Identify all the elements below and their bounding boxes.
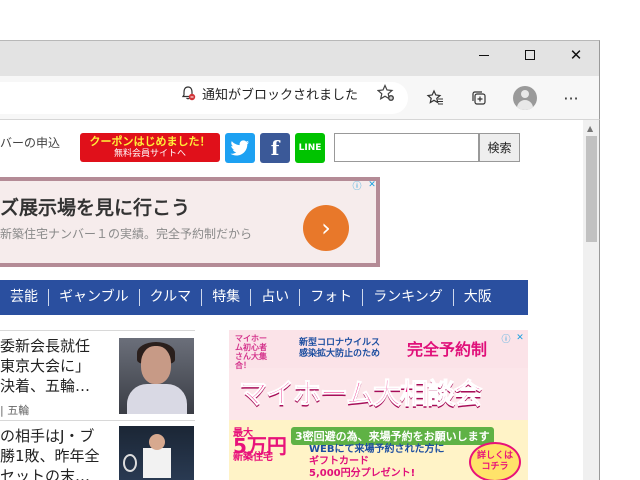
side-ad-notice-line1: 新型コロナウイルス bbox=[299, 338, 381, 348]
adchoices-info-icon[interactable]: ⓘ bbox=[500, 332, 512, 345]
facebook-button[interactable]: f bbox=[260, 133, 290, 163]
twitter-button[interactable] bbox=[225, 133, 255, 163]
notification-blocked-text: 通知がブロックされました bbox=[202, 87, 359, 103]
browser-toolbar: 通知がブロックされました ··· bbox=[0, 76, 600, 120]
facebook-icon: f bbox=[270, 136, 280, 160]
maximize-icon bbox=[525, 50, 535, 60]
ad-banner-subline: 新築住宅ナンバー１の実績。完全予約制だから bbox=[0, 227, 253, 241]
coupon-line1: クーポンはじめました！ bbox=[89, 135, 211, 148]
side-ad-title: マイホーム大相談会 bbox=[238, 377, 482, 411]
news-item-2-line2[interactable]: 勝1敗、昨年全 bbox=[0, 446, 100, 466]
coupon-line2: 無料会員サイトへ bbox=[113, 149, 186, 159]
news-item-1-line1[interactable]: 委新会長就任 bbox=[0, 336, 90, 356]
profile-icon[interactable] bbox=[513, 86, 537, 110]
side-ad-reservation: 完全予約制 bbox=[407, 340, 488, 359]
side-ad-yen-amount: 5万円 bbox=[233, 434, 287, 458]
news-item-2-thumbnail[interactable] bbox=[119, 426, 194, 480]
news-item-2-line1[interactable]: の相手はJ・ブ bbox=[0, 426, 94, 446]
ad-banner[interactable]: ズ展示場を見に行こう 新築住宅ナンバー１の実績。完全予約制だから › ⓘ ✕ bbox=[0, 177, 380, 267]
side-ad-detail-line1: 詳しくは bbox=[476, 451, 513, 461]
news-item-2-line3[interactable]: セットの末… bbox=[0, 466, 90, 480]
nav-item-features[interactable]: 特集 bbox=[202, 289, 252, 306]
web-page: バーの申込 クーポンはじめました！ 無料会員サイトへ f LINE 検索 ズ展示… bbox=[0, 120, 600, 480]
scrollbar-thumb[interactable] bbox=[586, 136, 597, 242]
line-icon: LINE bbox=[298, 143, 322, 153]
chevron-right-icon: › bbox=[321, 214, 331, 242]
news-item-1-line3[interactable]: 決着、五輪… bbox=[0, 376, 90, 396]
side-ad-web-line1: WEBにて来場予約された方に bbox=[309, 444, 445, 455]
side-ad-avoid-3c: 3密回避の為、来場予約をお願いします bbox=[291, 427, 494, 445]
bell-slash-icon bbox=[181, 86, 196, 101]
side-ad-web-offer: WEBにて来場予約された方に ギフトカード 5,000円分プレゼント! bbox=[309, 444, 444, 480]
more-label: ··· bbox=[563, 88, 579, 108]
more-icon[interactable]: ··· bbox=[559, 86, 583, 110]
side-ad-yen-badge: 最大 5万円 新築住宅 bbox=[233, 428, 291, 478]
close-icon: ✕ bbox=[569, 46, 583, 64]
nav-item-osaka[interactable]: 大阪 bbox=[454, 289, 502, 306]
news-divider bbox=[0, 330, 195, 331]
ad-banner-arrow-button[interactable]: › bbox=[303, 205, 349, 251]
search-input[interactable] bbox=[334, 133, 479, 162]
minimize-button[interactable] bbox=[461, 41, 507, 69]
nav-item-gambling[interactable]: ギャンブル bbox=[49, 289, 140, 306]
notification-blocked-indicator[interactable]: 通知がブロックされました bbox=[180, 84, 359, 103]
news-item-1-line2[interactable]: 東京大会に」 bbox=[0, 356, 90, 376]
favorites-icon[interactable] bbox=[423, 86, 447, 110]
line-button[interactable]: LINE bbox=[295, 133, 325, 163]
close-button[interactable]: ✕ bbox=[553, 41, 599, 69]
news-item-1-thumbnail[interactable] bbox=[119, 338, 194, 414]
ad-close-icon[interactable]: ✕ bbox=[366, 179, 378, 191]
nav-item-cars[interactable]: クルマ bbox=[140, 289, 203, 306]
ad-banner-headline: ズ展示場を見に行こう bbox=[0, 197, 191, 219]
news-item-1-tag[interactable]: | 五輪 bbox=[0, 402, 29, 418]
side-ad-web-line3: 5,000円分プレゼント! bbox=[309, 468, 416, 479]
nav-item-fortune[interactable]: 占い bbox=[251, 289, 301, 306]
minimize-icon bbox=[479, 54, 489, 56]
side-ad-gift-card: ギフトカード bbox=[309, 456, 369, 467]
side-ad-mascot-text: マイホーム初心者さん大集合！ bbox=[235, 334, 267, 370]
ad-banner-inner: ズ展示場を見に行こう 新築住宅ナンバー１の実績。完全予約制だから › bbox=[0, 181, 376, 263]
news-divider bbox=[0, 420, 195, 421]
side-ad-notice: 新型コロナウイルス 感染拡大防止のため bbox=[299, 338, 380, 360]
side-ad-banner[interactable]: マイホーム初心者さん大集合！ 新型コロナウイルス 感染拡大防止のため 完全予約制… bbox=[229, 330, 528, 480]
window-titlebar: ✕ bbox=[0, 40, 600, 76]
nav-item-photo[interactable]: フォト bbox=[300, 289, 364, 306]
header-partial-text[interactable]: バーの申込 bbox=[0, 134, 60, 151]
nav-item-entertainment[interactable]: 芸能 bbox=[0, 289, 49, 306]
twitter-icon bbox=[230, 139, 249, 155]
favorite-add-icon[interactable] bbox=[376, 84, 395, 106]
search-button[interactable]: 検索 bbox=[479, 133, 520, 162]
ad-close-icon[interactable]: ✕ bbox=[514, 332, 526, 344]
scroll-up-icon[interactable]: ▲ bbox=[587, 124, 593, 133]
category-nav: 芸能 ギャンブル クルマ 特集 占い フォト ランキング 大阪 bbox=[0, 280, 528, 315]
coupon-banner-button[interactable]: クーポンはじめました！ 無料会員サイトへ bbox=[80, 133, 220, 162]
collections-icon[interactable] bbox=[467, 86, 491, 110]
maximize-button[interactable] bbox=[507, 41, 553, 69]
nav-item-ranking[interactable]: ランキング bbox=[363, 289, 454, 306]
side-ad-detail-button[interactable]: 詳しくは コチラ bbox=[469, 442, 521, 480]
side-ad-notice-line2: 感染拡大防止のため bbox=[299, 349, 381, 359]
adchoices-info-icon[interactable]: ⓘ bbox=[351, 179, 363, 192]
vertical-scrollbar[interactable]: ▲ bbox=[583, 120, 599, 480]
side-ad-detail-line2: コチラ bbox=[481, 462, 509, 472]
